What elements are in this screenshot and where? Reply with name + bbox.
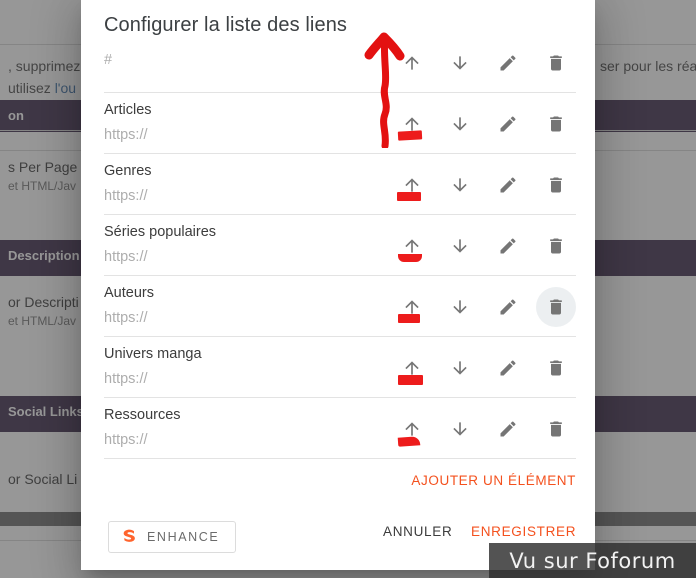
delete-button[interactable] — [536, 226, 576, 266]
table-row: Articles https:// — [104, 93, 576, 154]
row-actions — [384, 276, 576, 337]
row-label: Ressources — [104, 407, 181, 423]
row-url: https:// — [104, 188, 148, 204]
move-up-button[interactable] — [392, 409, 432, 449]
enhance-label: ENHANCE — [147, 530, 220, 544]
save-button[interactable]: ENREGISTRER — [471, 524, 576, 539]
table-row: Genres https:// — [104, 154, 576, 215]
delete-button[interactable] — [536, 348, 576, 388]
edit-button[interactable] — [488, 104, 528, 144]
move-up-button[interactable] — [392, 226, 432, 266]
move-up-button[interactable] — [392, 348, 432, 388]
table-row: Séries populaires https:// — [104, 215, 576, 276]
edit-button[interactable] — [488, 287, 528, 327]
row-hash-label: # — [104, 54, 113, 68]
watermark-overlay: Vu sur Foforum — [489, 543, 696, 578]
dialog-title: Configurer la liste des liens — [104, 14, 348, 36]
enhance-button[interactable]: ENHANCE — [108, 521, 237, 553]
move-down-button[interactable] — [440, 165, 480, 205]
configure-links-dialog: Configurer la liste des liens # Articles… — [81, 0, 595, 570]
edit-button[interactable] — [488, 409, 528, 449]
delete-button[interactable] — [536, 54, 576, 83]
move-down-button[interactable] — [440, 348, 480, 388]
move-down-button[interactable] — [440, 409, 480, 449]
move-up-button[interactable] — [392, 287, 432, 327]
links-list-viewport: # Articles https:// Genres https:// Séri… — [104, 54, 576, 498]
table-row: Ressources https:// — [104, 398, 576, 459]
add-item-button[interactable]: AJOUTER UN ÉLÉMENT — [411, 473, 576, 488]
row-url: https:// — [104, 249, 148, 265]
row-label: Univers manga — [104, 346, 202, 362]
delete-button[interactable] — [536, 104, 576, 144]
row-actions — [384, 215, 576, 276]
move-up-button[interactable] — [392, 104, 432, 144]
row-actions — [384, 54, 576, 93]
move-down-button[interactable] — [440, 54, 480, 83]
row-actions — [384, 398, 576, 459]
move-down-button[interactable] — [440, 226, 480, 266]
edit-button[interactable] — [488, 165, 528, 205]
table-row: Univers manga https:// — [104, 337, 576, 398]
move-down-button[interactable] — [440, 104, 480, 144]
semrush-s-icon — [123, 529, 135, 542]
add-item-row: AJOUTER UN ÉLÉMENT — [104, 459, 576, 498]
move-up-button[interactable] — [392, 54, 432, 83]
row-label: Articles — [104, 102, 152, 118]
delete-button[interactable] — [536, 409, 576, 449]
row-label: Auteurs — [104, 285, 154, 301]
row-url: https:// — [104, 371, 148, 387]
row-url: https:// — [104, 127, 148, 143]
cancel-button[interactable]: ANNULER — [383, 524, 452, 539]
row-actions — [384, 154, 576, 215]
edit-button[interactable] — [488, 348, 528, 388]
row-label: Séries populaires — [104, 224, 217, 240]
row-actions — [384, 337, 576, 398]
table-row: Auteurs https:// — [104, 276, 576, 337]
row-url: https:// — [104, 310, 148, 326]
move-down-button[interactable] — [440, 287, 480, 327]
table-row-header: # — [104, 54, 576, 93]
edit-button[interactable] — [488, 54, 528, 83]
move-up-button[interactable] — [392, 165, 432, 205]
edit-button[interactable] — [488, 226, 528, 266]
screen: , supprimez utilisez l'ou on s Per Page … — [0, 0, 696, 578]
row-label: Genres — [104, 163, 152, 179]
delete-button[interactable] — [536, 286, 576, 327]
row-actions — [384, 93, 576, 154]
links-list: # Articles https:// Genres https:// Séri… — [104, 54, 576, 498]
delete-button[interactable] — [536, 165, 576, 205]
row-url: https:// — [104, 432, 148, 448]
watermark-text: Vu sur Foforum — [509, 548, 676, 573]
